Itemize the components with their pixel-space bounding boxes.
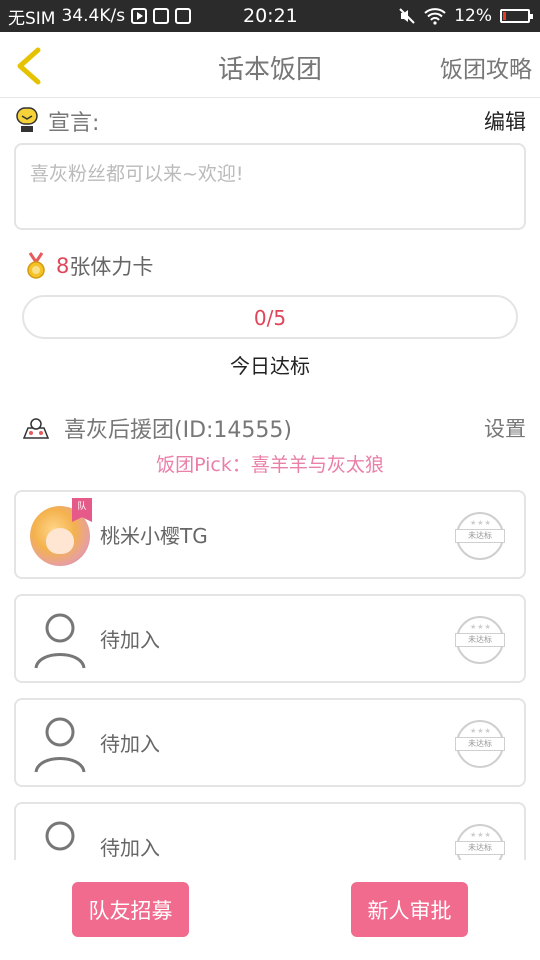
status-left: 无SIM 34.4K/s: [8, 4, 192, 29]
not-met-stamp-icon: ★★★ 未达标: [455, 720, 505, 768]
not-met-stamp-icon: ★★★ 未达标: [455, 824, 505, 860]
stamina-count: 8: [56, 254, 70, 278]
battery-icon: [500, 9, 533, 23]
user-placeholder-icon: [45, 821, 75, 851]
group-emblem-icon: [22, 418, 50, 439]
recruit-button[interactable]: 队友招募: [72, 882, 189, 937]
approve-button[interactable]: 新人审批: [351, 882, 468, 937]
declaration-text: 喜灰粉丝都可以来~欢迎!: [14, 143, 526, 230]
clock: 20:21: [243, 5, 298, 27]
daily-target-label: 今日达标: [230, 354, 310, 378]
group-name: 喜灰后援团(ID:14555): [64, 418, 292, 443]
stamina-card-row: 8 张体力卡: [24, 250, 153, 282]
member-name: 待加入: [100, 836, 160, 860]
stamp-text: 未达标: [455, 633, 505, 647]
member-card-leader[interactable]: 队 桃米小樱TG ★★★ 未达标: [14, 490, 526, 579]
member-card-empty[interactable]: 待加入 ★★★ 未达标: [14, 802, 526, 860]
battery-percent: 12%: [454, 6, 492, 26]
stamp-text: 未达标: [455, 737, 505, 751]
status-bar: 无SIM 34.4K/s 20:21 12%: [0, 0, 540, 32]
declaration-header: 宣言: 编辑: [14, 104, 526, 138]
stamina-label: 张体力卡: [69, 255, 154, 279]
network-speed: 34.4K/s: [61, 6, 126, 26]
member-name: 待加入: [100, 732, 160, 756]
stamp-text: 未达标: [455, 529, 505, 543]
edit-button[interactable]: 编辑: [484, 106, 526, 136]
user-placeholder-icon: [34, 613, 86, 669]
stamina-progress-bar: 0/5: [22, 295, 518, 339]
member-list: 队 桃米小樱TG ★★★ 未达标 待加入 ★★★ 未达标 待加入 ★★★ 未达标: [14, 490, 526, 860]
mute-icon: [399, 8, 415, 24]
member-card-empty[interactable]: 待加入 ★★★ 未达标: [14, 594, 526, 683]
not-met-stamp-icon: ★★★ 未达标: [455, 616, 505, 664]
member-name: 待加入: [100, 628, 160, 652]
settings-button[interactable]: 设置: [484, 413, 526, 443]
stamp-text: 未达标: [455, 841, 505, 855]
app-notification-icon: [153, 8, 170, 24]
guide-link[interactable]: 饭团攻略: [440, 50, 532, 84]
progress-text: 0/5: [253, 306, 287, 330]
declaration-label: 宣言:: [48, 111, 100, 136]
title-bar: 话本饭团 饭团攻略: [0, 32, 540, 98]
carrier-text: 无SIM: [8, 8, 56, 29]
megaphone-icon: [16, 107, 38, 132]
user-placeholder-icon: [34, 717, 86, 773]
status-right: 12%: [398, 0, 533, 32]
group-header: 喜灰后援团(ID:14555) 设置: [22, 410, 526, 446]
member-name: 桃米小樱TG: [100, 524, 208, 548]
screenshot-icon: [175, 8, 192, 24]
not-met-stamp-icon: ★★★ 未达标: [455, 512, 505, 560]
media-play-icon: [131, 8, 148, 24]
wifi-icon: [424, 8, 446, 25]
member-card-empty[interactable]: 待加入 ★★★ 未达标: [14, 698, 526, 787]
group-pick: 饭团Pick：喜羊羊与灰太狼: [156, 454, 384, 476]
medal-icon: [27, 252, 45, 279]
